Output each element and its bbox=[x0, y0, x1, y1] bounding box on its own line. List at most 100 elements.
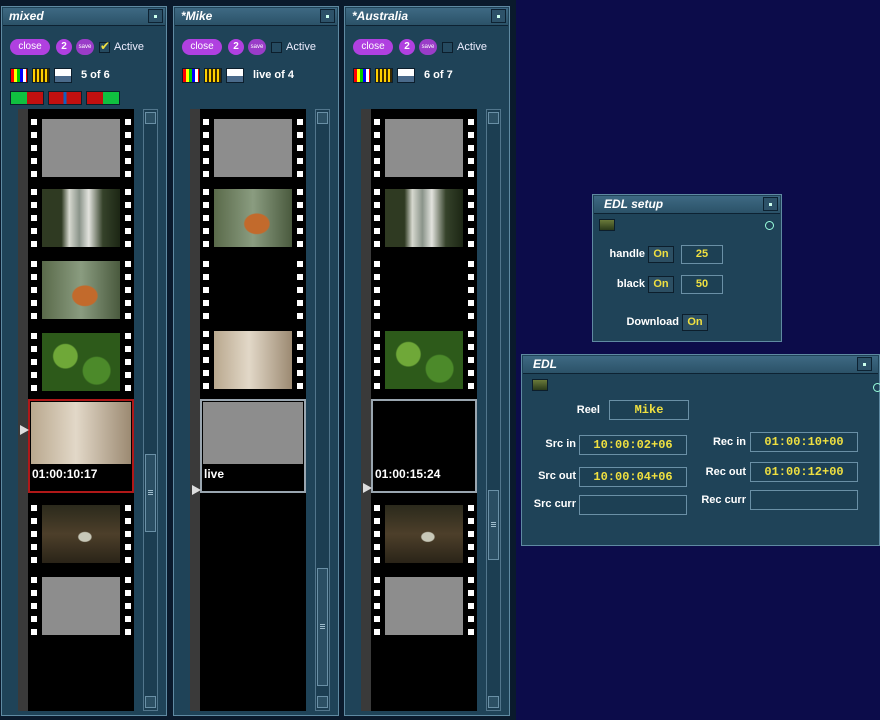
rec-out-label: Rec out bbox=[705, 466, 746, 478]
monitor-icon[interactable] bbox=[397, 68, 415, 83]
timeline-icon[interactable] bbox=[375, 68, 393, 83]
film-frame[interactable] bbox=[200, 185, 306, 251]
current-frame[interactable]: 01:00:10:17 bbox=[28, 399, 134, 493]
pin-icon[interactable] bbox=[765, 221, 774, 230]
active-label: Active bbox=[286, 41, 316, 53]
color-bars-icon[interactable] bbox=[182, 68, 200, 83]
close-button[interactable]: close bbox=[10, 39, 50, 55]
transition-cut-button[interactable] bbox=[48, 91, 82, 105]
window-menu-button[interactable] bbox=[857, 357, 872, 371]
scroll-down-button[interactable] bbox=[317, 696, 328, 708]
vertical-scrollbar[interactable] bbox=[486, 109, 501, 711]
current-timecode: live bbox=[204, 467, 225, 481]
film-frame[interactable] bbox=[371, 185, 477, 251]
film-icon[interactable] bbox=[532, 379, 548, 391]
film-frame[interactable] bbox=[200, 327, 306, 393]
black-value-field[interactable]: 50 bbox=[681, 275, 723, 294]
download-label: Download bbox=[626, 316, 679, 328]
handle-toggle[interactable]: On bbox=[648, 246, 674, 263]
film-icon[interactable] bbox=[599, 219, 615, 231]
film-strip[interactable]: 01:00:15:24 bbox=[361, 109, 477, 711]
window-menu-button[interactable] bbox=[320, 9, 335, 23]
film-frame[interactable] bbox=[371, 501, 477, 567]
transition-in-button[interactable] bbox=[10, 91, 44, 105]
channel-number-button[interactable]: 2 bbox=[56, 39, 72, 55]
window-menu-button[interactable] bbox=[148, 9, 163, 23]
frame-thumbnail bbox=[214, 331, 292, 389]
edl-setup-titlebar[interactable]: EDL setup bbox=[594, 196, 780, 214]
film-frame[interactable] bbox=[200, 257, 306, 323]
clip-panel-mike: *Mike close 2 save Active live of 4 live bbox=[173, 6, 339, 716]
film-frame[interactable] bbox=[371, 115, 477, 181]
rec-curr-field[interactable] bbox=[750, 490, 858, 510]
timeline-icon[interactable] bbox=[204, 68, 222, 83]
save-button[interactable]: save bbox=[419, 39, 437, 55]
film-frame[interactable] bbox=[28, 185, 134, 251]
channel-number-button[interactable]: 2 bbox=[399, 39, 415, 55]
film-frame[interactable] bbox=[371, 573, 477, 639]
current-frame[interactable]: live bbox=[200, 399, 306, 493]
close-button[interactable]: close bbox=[182, 39, 222, 55]
black-toggle[interactable]: On bbox=[648, 276, 674, 293]
film-strip[interactable]: live bbox=[190, 109, 306, 711]
active-checkbox[interactable] bbox=[271, 42, 282, 53]
reel-field[interactable]: Mike bbox=[609, 400, 689, 420]
active-label: Active bbox=[114, 41, 144, 53]
close-button[interactable]: close bbox=[353, 39, 393, 55]
rec-in-field[interactable]: 01:00:10+00 bbox=[750, 432, 858, 452]
film-frame[interactable] bbox=[28, 115, 134, 181]
window-menu-button[interactable] bbox=[491, 9, 506, 23]
download-toggle[interactable]: On bbox=[682, 314, 708, 331]
vertical-scrollbar[interactable] bbox=[315, 109, 330, 711]
playhead-marker[interactable] bbox=[363, 483, 372, 493]
rec-out-field[interactable]: 01:00:12+00 bbox=[750, 462, 858, 482]
film-strip[interactable]: 01:00:10:17 bbox=[18, 109, 134, 711]
clip-counter: 6 of 7 bbox=[424, 69, 453, 81]
src-curr-field[interactable] bbox=[579, 495, 687, 515]
film-frame[interactable] bbox=[28, 257, 134, 323]
src-in-field[interactable]: 10:00:02+06 bbox=[579, 435, 687, 455]
edl-title: EDL bbox=[533, 357, 557, 371]
scroll-up-button[interactable] bbox=[145, 112, 156, 124]
window-menu-button[interactable] bbox=[763, 197, 778, 211]
handle-value-field[interactable]: 25 bbox=[681, 245, 723, 264]
scroll-thumb[interactable] bbox=[488, 490, 499, 560]
panel-titlebar[interactable]: *Mike bbox=[175, 8, 337, 26]
channel-number-button[interactable]: 2 bbox=[228, 39, 244, 55]
film-frame[interactable] bbox=[28, 329, 134, 395]
src-out-field[interactable]: 10:00:04+06 bbox=[579, 467, 687, 487]
edl-titlebar[interactable]: EDL bbox=[523, 356, 878, 374]
scroll-thumb[interactable] bbox=[317, 568, 328, 686]
vertical-scrollbar[interactable] bbox=[143, 109, 158, 711]
pin-icon[interactable] bbox=[873, 383, 880, 392]
panel-titlebar[interactable]: *Australia bbox=[346, 8, 508, 26]
scroll-up-button[interactable] bbox=[317, 112, 328, 124]
film-frame[interactable] bbox=[371, 257, 477, 323]
monitor-icon[interactable] bbox=[54, 68, 72, 83]
active-checkbox[interactable] bbox=[99, 39, 110, 53]
playhead-marker[interactable] bbox=[20, 425, 29, 435]
monitor-icon[interactable] bbox=[226, 68, 244, 83]
transition-out-button[interactable] bbox=[86, 91, 120, 105]
track-bar bbox=[361, 109, 371, 711]
film-frame[interactable] bbox=[371, 327, 477, 393]
scroll-up-button[interactable] bbox=[488, 112, 499, 124]
clip-panel-mixed: mixed close 2 save Active 5 of 6 01:00:1… bbox=[1, 6, 167, 716]
frame-thumbnail bbox=[374, 402, 474, 464]
timeline-icon[interactable] bbox=[32, 68, 50, 83]
film-frame[interactable] bbox=[28, 501, 134, 567]
color-bars-icon[interactable] bbox=[10, 68, 28, 83]
save-button[interactable]: save bbox=[248, 39, 266, 55]
scroll-thumb[interactable] bbox=[145, 454, 156, 532]
scroll-down-button[interactable] bbox=[145, 696, 156, 708]
film-frame[interactable] bbox=[28, 573, 134, 639]
playhead-marker[interactable] bbox=[192, 485, 201, 495]
save-button[interactable]: save bbox=[76, 39, 94, 55]
active-checkbox[interactable] bbox=[442, 42, 453, 53]
track-bar bbox=[190, 109, 200, 711]
panel-titlebar[interactable]: mixed bbox=[3, 8, 165, 26]
scroll-down-button[interactable] bbox=[488, 696, 499, 708]
current-frame[interactable]: 01:00:15:24 bbox=[371, 399, 477, 493]
film-frame[interactable] bbox=[200, 115, 306, 181]
color-bars-icon[interactable] bbox=[353, 68, 371, 83]
